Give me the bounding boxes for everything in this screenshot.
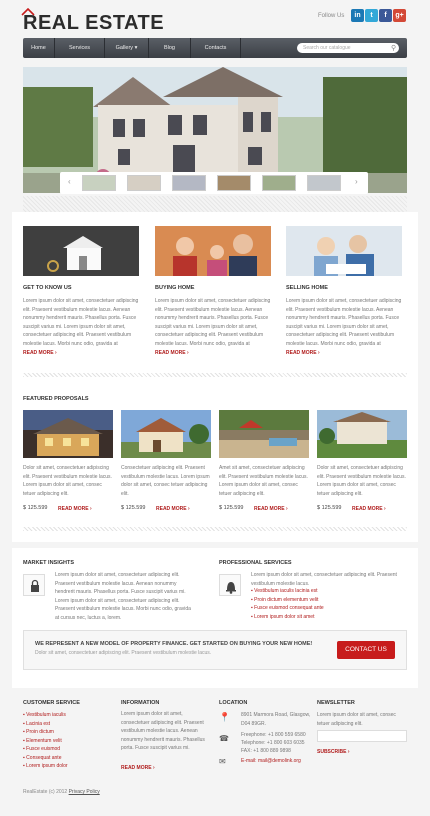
nav-item-gallery[interactable]: Gallery ▾ — [105, 38, 149, 58]
list-item[interactable]: ▪ Elementum velit — [23, 737, 68, 746]
proposal-text: Dolor sit amet, consectetuer adipiscing … — [23, 465, 112, 497]
list-item[interactable]: ▪ Fusce euismod — [23, 745, 68, 754]
slide-thumb[interactable] — [82, 175, 116, 191]
nav-item-contacts[interactable]: Contacts — [191, 38, 241, 58]
feature-image-family — [155, 226, 271, 276]
cta-headline: WE REPRESENT A NEW MODEL OF PROPERTY FIN… — [35, 641, 313, 647]
bell-icon — [226, 582, 236, 594]
feature-text: Lorem ipsum dolor sit amet, consectetuer… — [286, 298, 402, 347]
list-item[interactable]: ▪ Proin dictum — [23, 728, 68, 737]
cta-subtext: Dolor sit amet, consectetuer adipiscing … — [35, 650, 212, 656]
proposal-price: $ 125.599 — [121, 505, 146, 511]
privacy-policy-link[interactable]: Privacy Policy — [69, 789, 100, 795]
proposals-heading: FEATURED PROPOSALS — [23, 396, 89, 402]
copyright: RealEstate (c) 2012 Privacy Policy — [23, 789, 100, 795]
newsletter-text: Lorem ipsum dolor sit amet, consec tetue… — [317, 712, 396, 727]
read-more-link[interactable]: READ MORE › — [156, 506, 190, 512]
facebook-icon[interactable]: f — [379, 9, 392, 22]
feature-image-couple — [286, 226, 402, 276]
insights-title: MARKET INSIGHTS — [23, 560, 75, 566]
footer-newsletter-title: NEWSLETTER — [317, 700, 355, 706]
read-more-link[interactable]: READ MORE › — [155, 350, 189, 356]
read-more-link[interactable]: READ MORE › — [254, 506, 288, 512]
proposal-price: $ 125.599 — [23, 505, 48, 511]
slide-thumb[interactable] — [262, 175, 296, 191]
chevron-down-icon: ▾ — [134, 45, 138, 51]
proposal-image[interactable] — [23, 410, 113, 458]
list-item[interactable]: ▪ Lacinia est — [23, 720, 68, 729]
feature-image-keys — [23, 226, 139, 276]
linkedin-icon[interactable]: in — [351, 9, 364, 22]
proposal-price: $ 125.599 — [317, 505, 342, 511]
services-list: ▪ Vestibulum iaculis lacinia est ▪ Proin… — [251, 587, 324, 621]
services-text: Lorem ipsum dolor sit amet, consectetuer… — [251, 572, 397, 587]
list-item[interactable]: ▪ Proin dictum elementum velit — [251, 596, 324, 605]
list-item[interactable]: ▪ Fusce euismod consequat ante — [251, 604, 324, 613]
footer-location-title: LOCATION — [219, 700, 248, 706]
list-item[interactable]: ▪ Vestibulum iaculis lacinia est — [251, 587, 324, 596]
read-more-link[interactable]: READ MORE › — [352, 506, 386, 512]
newsletter-email-input[interactable] — [317, 730, 407, 742]
contact-us-button[interactable]: CONTACT US — [337, 641, 395, 659]
proposal-text: Consectetuer adipiscing elit. Praesent v… — [121, 465, 210, 497]
read-more-link[interactable]: READ MORE › — [286, 350, 320, 356]
hero-thumbnails: ‹ › — [60, 172, 368, 194]
customer-service-list: ▪ Vestibulum iaculis ▪ Lacinia est ▪ Pro… — [23, 711, 68, 771]
section-divider — [23, 527, 407, 531]
phone-icon: ☎ — [219, 734, 229, 743]
nav-label: Gallery — [115, 45, 134, 51]
search-icon[interactable]: ⚲ — [391, 44, 396, 52]
chevron-left-icon[interactable]: ‹ — [68, 177, 71, 186]
map-pin-icon: 📍 — [219, 712, 231, 722]
google-plus-icon[interactable]: g+ — [393, 9, 406, 22]
read-more-link[interactable]: READ MORE › — [58, 506, 92, 512]
logo[interactable]: REAL ESTATE — [23, 13, 164, 33]
footer-address: 8901 Marmora Road, Glasgow, D04 89GR. — [241, 712, 311, 727]
proposal-image[interactable] — [219, 410, 309, 458]
insights-text: Lorem ipsum dolor sit amet, consectetuer… — [55, 572, 191, 621]
services-title: PROFESSIONAL SERVICES — [219, 560, 292, 566]
list-item[interactable]: ▪ Lorem ipsum dolor — [23, 762, 68, 771]
nav-item-home[interactable]: Home — [23, 38, 55, 58]
follow-us-label: Follow Us — [318, 13, 345, 19]
slide-thumb[interactable] — [307, 175, 341, 191]
read-more-link[interactable]: READ MORE › — [121, 765, 155, 771]
bell-icon-box — [219, 574, 241, 596]
feature-title: GET TO KNOW US — [23, 285, 72, 291]
twitter-icon[interactable]: t — [365, 9, 378, 22]
section-divider — [23, 373, 407, 377]
mail-icon: ✉ — [219, 757, 226, 766]
slide-thumb[interactable] — [172, 175, 206, 191]
list-item[interactable]: ▪ Lorem ipsum dolor sit amet — [251, 613, 324, 622]
slide-thumb[interactable] — [127, 175, 161, 191]
feature-text: Lorem ipsum dolor sit amet, consectetuer… — [155, 298, 271, 347]
nav-item-services[interactable]: Services — [55, 38, 105, 58]
feature-title: SELLING HOME — [286, 285, 328, 291]
read-more-link[interactable]: READ MORE › — [23, 350, 57, 356]
footer-info-text: Lorem ipsum dolor sit amet, consectetuer… — [121, 711, 205, 751]
footer-info-title: INFORMATION — [121, 700, 160, 706]
lock-icon-box — [23, 574, 45, 596]
lock-icon — [31, 579, 39, 592]
subscribe-link[interactable]: SUBSCRIBE › — [317, 749, 350, 755]
feature-title: BUYING HOME — [155, 285, 195, 291]
footer-email[interactable]: E-mail: mail@demolink.org — [241, 757, 301, 766]
proposal-price: $ 125.599 — [219, 505, 244, 511]
nav-item-blog[interactable]: Blog — [149, 38, 191, 58]
slide-thumb[interactable] — [217, 175, 251, 191]
footer-customer-title: CUSTOMER SERVICE — [23, 700, 80, 706]
footer-fax: FAX: +1 800 889 9898 — [241, 748, 291, 754]
search-input[interactable]: Search our catalogue — [297, 43, 399, 53]
proposal-text: Amet sit amet, consectetuer adipiscing e… — [219, 465, 308, 497]
list-item[interactable]: ▪ Consequat ante — [23, 754, 68, 763]
chevron-right-icon[interactable]: › — [355, 177, 358, 186]
feature-text: Lorem ipsum dolor sit amet, consectetuer… — [23, 298, 139, 347]
proposal-image[interactable] — [121, 410, 211, 458]
proposal-text: Dolor sit amet, consectetuer adipiscing … — [317, 465, 406, 497]
proposal-image[interactable] — [317, 410, 407, 458]
list-item[interactable]: ▪ Vestibulum iaculis — [23, 711, 68, 720]
